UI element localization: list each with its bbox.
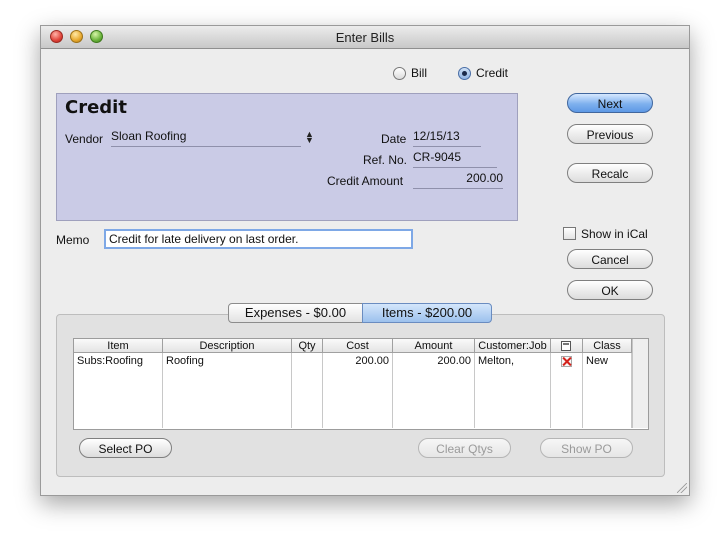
table-scrollbar[interactable] [632, 339, 648, 428]
select-po-button[interactable]: Select PO [79, 438, 172, 458]
cell-description[interactable]: Roofing [166, 354, 290, 368]
recalc-button[interactable]: Recalc [567, 163, 653, 183]
cell-item[interactable]: Subs:Roofing [77, 354, 162, 368]
next-button[interactable]: Next [567, 93, 653, 113]
window-title: Enter Bills [335, 30, 395, 45]
show-in-ical-label[interactable]: Show in iCal [581, 227, 648, 241]
previous-button[interactable]: Previous [567, 124, 653, 144]
column-header-cost[interactable]: Cost [323, 339, 393, 353]
cell-cost[interactable]: 200.00 [325, 354, 389, 368]
date-label: Date [381, 132, 407, 146]
cell-class[interactable]: New [586, 354, 630, 368]
column-header-class[interactable]: Class [583, 339, 632, 353]
show-po-button[interactable]: Show PO [540, 438, 633, 458]
memo-input[interactable]: Credit for late delivery on last order. [104, 229, 413, 249]
enter-bills-window: Enter Bills Bill Credit Credit Vendor Sl… [40, 25, 690, 496]
billable-header-icon [561, 341, 571, 351]
title-bar[interactable]: Enter Bills [41, 26, 689, 49]
show-in-ical-checkbox[interactable] [563, 227, 576, 240]
column-header-item[interactable]: Item [74, 339, 163, 353]
tab-expenses[interactable]: Expenses - $0.00 [228, 303, 363, 323]
memo-label: Memo [56, 233, 90, 247]
cancel-button[interactable]: Cancel [567, 249, 653, 269]
ref-no-label: Ref. No. [363, 153, 408, 167]
vendor-label: Vendor [65, 132, 104, 146]
column-qty [292, 353, 323, 428]
ref-no-field[interactable]: CR-9045 [413, 150, 497, 168]
column-header-billable[interactable] [551, 339, 583, 353]
clear-qtys-button[interactable]: Clear Qtys [418, 438, 511, 458]
popup-chevron-icon[interactable]: ▲ ▼ [305, 130, 314, 145]
resize-grip-icon[interactable] [677, 483, 687, 493]
column-header-amount[interactable]: Amount [393, 339, 475, 353]
cell-customer-job[interactable]: Melton, [478, 354, 548, 368]
items-table[interactable]: Item Description Qty Cost Amount Custome… [73, 338, 649, 430]
credit-panel: Credit Vendor Sloan Roofing ▲ ▼ Date 12/1… [56, 93, 518, 221]
vendor-popup[interactable]: Sloan Roofing [111, 129, 301, 147]
credit-amount-label: Credit Amount [327, 174, 404, 188]
credit-amount-field[interactable]: 200.00 [413, 171, 503, 189]
column-header-customer-job[interactable]: Customer:Job [475, 339, 551, 353]
credit-radio-label[interactable]: Credit [476, 66, 508, 80]
ok-button[interactable]: OK [567, 280, 653, 300]
form-heading: Credit [65, 97, 127, 118]
billable-x-icon[interactable] [561, 356, 572, 367]
credit-radio[interactable] [458, 67, 471, 80]
column-header-qty[interactable]: Qty [292, 339, 323, 353]
bill-radio-label[interactable]: Bill [411, 66, 427, 80]
date-field[interactable]: 12/15/13 [413, 129, 481, 147]
column-header-description[interactable]: Description [163, 339, 292, 353]
bill-radio[interactable] [393, 67, 406, 80]
tab-items[interactable]: Items - $200.00 [362, 303, 492, 323]
cell-amount[interactable]: 200.00 [395, 354, 471, 368]
